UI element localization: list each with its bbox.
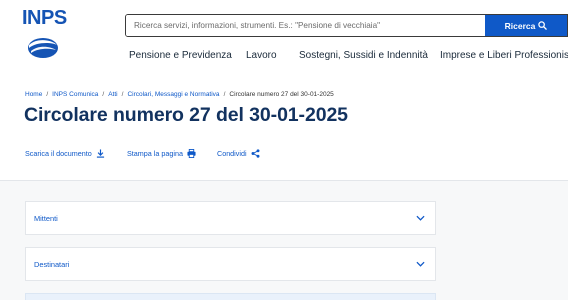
logo-text: INPS: [22, 7, 67, 29]
search-button-label: Ricerca: [504, 20, 536, 31]
print-page-link[interactable]: Stampa la pagina: [127, 149, 196, 158]
share-link[interactable]: Condividi: [217, 149, 260, 158]
info-panel: [25, 293, 436, 300]
breadcrumb: Home / INPS Comunica / Atti / Circolari,…: [25, 91, 334, 98]
search-icon: [538, 21, 548, 30]
breadcrumb-separator: /: [46, 91, 49, 98]
breadcrumb-atti[interactable]: Atti: [108, 91, 117, 98]
download-document-link[interactable]: Scarica il documento: [25, 149, 105, 158]
search-input[interactable]: [126, 15, 485, 36]
search-button[interactable]: Ricerca: [485, 15, 567, 36]
page-title: Circolare numero 27 del 30-01-2025: [24, 104, 348, 126]
site-header: INPS Ricerca Pensione e Previdenza Lavor…: [0, 0, 568, 68]
breadcrumb-current: Circolare numero 27 del 30-01-2025: [229, 91, 334, 98]
download-label: Scarica il documento: [25, 149, 92, 158]
breadcrumb-separator: /: [102, 91, 105, 98]
chevron-down-icon: [416, 215, 425, 221]
accordion-label: Destinatari: [34, 259, 70, 269]
breadcrumb-separator: /: [223, 91, 226, 98]
chevron-down-icon: [416, 261, 425, 267]
nav-item-imprese[interactable]: Imprese e Liberi Professionisti: [440, 50, 568, 61]
download-icon: [96, 149, 104, 158]
breadcrumb-home[interactable]: Home: [25, 91, 42, 98]
breadcrumb-circolari[interactable]: Circolari, Messaggi e Normativa: [127, 91, 219, 98]
logo-mark-icon: [28, 38, 58, 58]
nav-item-sostegni[interactable]: Sostegni, Sussidi e Indennità: [299, 50, 428, 61]
accordion-mittenti[interactable]: Mittenti: [25, 201, 436, 235]
content-area: [0, 181, 568, 300]
breadcrumb-separator: /: [121, 91, 124, 98]
nav-item-lavoro[interactable]: Lavoro: [246, 50, 277, 61]
search-bar: Ricerca: [125, 14, 568, 37]
print-label: Stampa la pagina: [127, 149, 183, 158]
printer-icon: [187, 149, 196, 158]
nav-item-pensione[interactable]: Pensione e Previdenza: [129, 50, 232, 61]
inps-logo[interactable]: INPS: [22, 8, 70, 64]
accordion-label: Mittenti: [34, 213, 58, 223]
breadcrumb-inps-comunica[interactable]: INPS Comunica: [52, 91, 98, 98]
accordion-destinatari[interactable]: Destinatari: [25, 247, 436, 281]
share-icon: [251, 149, 260, 158]
share-label: Condividi: [217, 149, 247, 158]
